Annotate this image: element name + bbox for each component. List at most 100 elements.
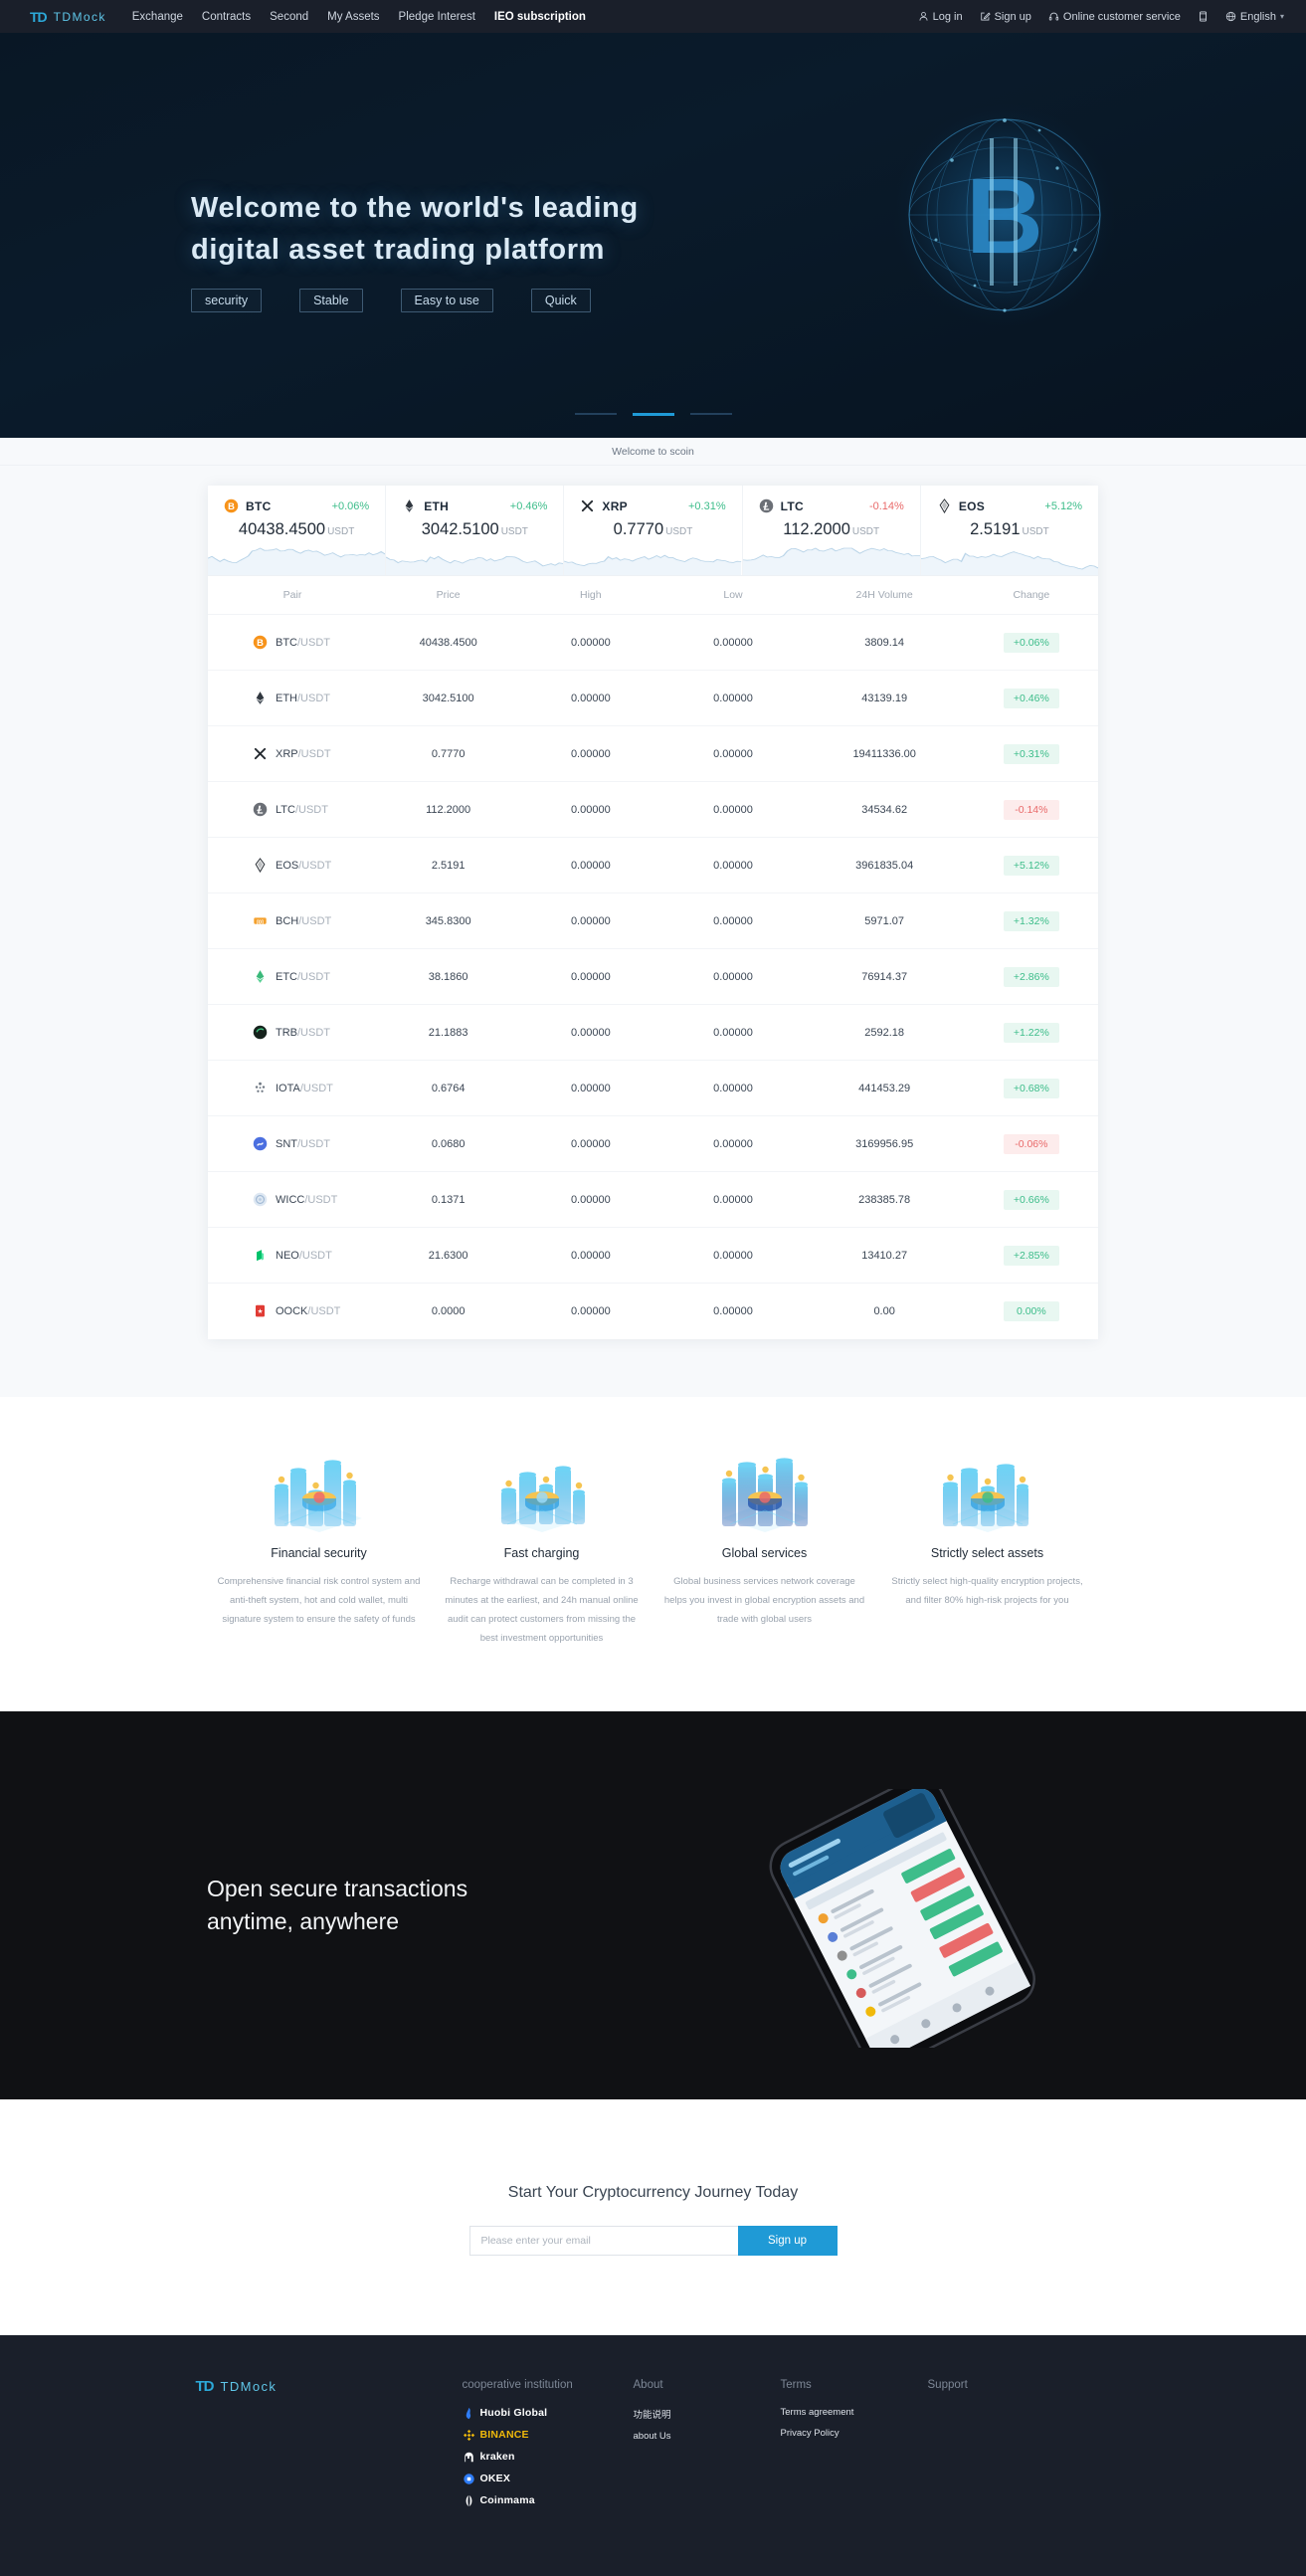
pair-base: WICC xyxy=(276,1193,305,1206)
pair-base: SNT xyxy=(276,1137,297,1150)
nav-item-contracts[interactable]: Contracts xyxy=(202,11,251,23)
table-row[interactable]: ★ OOCK/USDT 0.0000 0.00000 0.00000 0.00 0.00% xyxy=(208,1283,1098,1339)
cell-high: 0.00000 xyxy=(519,1171,662,1228)
ticker-unit: USDT xyxy=(851,526,880,537)
signup-button[interactable]: Sign up xyxy=(980,11,1031,23)
cell-price: 0.0680 xyxy=(377,1115,520,1172)
feature-card-financial-security: Financial security Comprehensive financia… xyxy=(208,1441,431,1648)
svg-text:B: B xyxy=(257,638,264,648)
table-row[interactable]: SNT/USDT 0.0680 0.00000 0.00000 3169956.95 -0… xyxy=(208,1115,1098,1172)
change-badge: +1.22% xyxy=(1003,1022,1059,1043)
cell-volume: 238385.78 xyxy=(804,1171,965,1228)
language-selector[interactable]: English ▾ xyxy=(1225,11,1284,23)
table-row[interactable]: LTC/USDT 112.2000 0.00000 0.00000 34534.62 -0… xyxy=(208,781,1098,838)
ticker-card-xrp[interactable]: XRP +0.31% 0.7770 USDT xyxy=(564,486,743,575)
nav-item-exchange[interactable]: Exchange xyxy=(132,11,183,23)
cell-low: 0.00000 xyxy=(661,837,805,893)
cell-price: 21.1883 xyxy=(377,1004,520,1061)
page-footer: TD TDMock cooperative institution Huobi … xyxy=(0,2334,1306,2576)
footer-logo-text: TDMock xyxy=(220,2378,278,2394)
partner-kraken[interactable]: kraken xyxy=(463,2451,634,2464)
table-row[interactable]: IOTA/USDT 0.6764 0.00000 0.00000 441453.29 +0… xyxy=(208,1060,1098,1116)
nav-item-pledge-interest[interactable]: Pledge Interest xyxy=(399,11,475,23)
table-row[interactable]: XRP/USDT 0.7770 0.00000 0.00000 19411336.00 +… xyxy=(208,725,1098,782)
table-row[interactable]: B BTC/USDT 40438.4500 0.00000 0.00000 3809.14… xyxy=(208,614,1098,671)
ticker-price: 2.5191 xyxy=(970,520,1021,538)
footer-about-link-1[interactable]: 功能说明 xyxy=(634,2407,781,2421)
ticker-card-ltc[interactable]: LTC -0.14% 112.2000 USDT xyxy=(742,486,921,575)
mobile-app-icon[interactable] xyxy=(1198,11,1209,22)
cell-low: 0.00000 xyxy=(661,892,805,949)
footer-column-terms: Terms Terms agreement Privacy Policy xyxy=(781,2379,928,2516)
table-row[interactable]: TRB/USDT 21.1883 0.00000 0.00000 2592.18 +1.2… xyxy=(208,1004,1098,1061)
nav-item-second[interactable]: Second xyxy=(270,11,308,23)
table-row[interactable]: WICC/USDT 0.1371 0.00000 0.00000 238385.78 +0… xyxy=(208,1171,1098,1228)
ticker-unit: USDT xyxy=(1022,526,1049,537)
ticker-price: 3042.5100 xyxy=(421,520,499,538)
cell-volume: 34534.62 xyxy=(804,781,965,838)
ltc-icon xyxy=(759,498,774,513)
footer-column-support: Support xyxy=(928,2379,1075,2516)
cell-high: 0.00000 xyxy=(519,1060,662,1116)
cell-volume: 43139.19 xyxy=(804,670,965,726)
cell-low: 0.00000 xyxy=(661,1004,805,1061)
cell-low: 0.00000 xyxy=(661,1283,805,1339)
ticker-sparkline xyxy=(386,545,564,575)
feature-description: Strictly select high-quality encryption … xyxy=(891,1575,1083,1606)
feature-title: Financial security xyxy=(271,1545,367,1560)
carousel-dot-3[interactable] xyxy=(689,413,732,415)
table-row[interactable]: ETC/USDT 38.1860 0.00000 0.00000 76914.37 +2.… xyxy=(208,948,1098,1005)
partner-binance[interactable]: BINANCE xyxy=(463,2429,634,2442)
footer-logo[interactable]: TD TDMock xyxy=(196,2379,463,2516)
table-row[interactable]: ETH/USDT 3042.5100 0.00000 0.00000 43139.19 +… xyxy=(208,670,1098,726)
footer-terms-link-2[interactable]: Privacy Policy xyxy=(781,2428,928,2439)
table-row[interactable]: NEO/USDT 21.6300 0.00000 0.00000 13410.27 +2.… xyxy=(208,1227,1098,1284)
partner-okex[interactable]: OKEX xyxy=(463,2473,634,2485)
pair-base: TRB xyxy=(276,1026,297,1039)
cell-price: 40438.4500 xyxy=(377,614,520,671)
pair-quote: /USDT xyxy=(298,914,332,927)
change-badge: -0.06% xyxy=(1003,1133,1059,1154)
email-input[interactable] xyxy=(468,2225,738,2256)
snt-icon xyxy=(253,1136,268,1151)
newsletter-form: Sign up xyxy=(0,2225,1306,2256)
table-row[interactable]: EOS/USDT 2.5191 0.00000 0.00000 3961835.04 +5… xyxy=(208,837,1098,893)
footer-column-partners: cooperative institution Huobi Global BINA… xyxy=(463,2379,634,2516)
newsletter-signup-button[interactable]: Sign up xyxy=(737,2225,838,2256)
feature-title: Strictly select assets xyxy=(930,1545,1044,1560)
welcome-strip-text: Welcome to scoin xyxy=(612,445,694,458)
footer-terms-link-1[interactable]: Terms agreement xyxy=(781,2407,928,2418)
headset-icon xyxy=(1048,11,1059,22)
customer-service-button[interactable]: Online customer service xyxy=(1048,11,1181,23)
cell-volume: 2592.18 xyxy=(804,1004,965,1061)
footer-about-link-2[interactable]: about Us xyxy=(634,2431,781,2442)
logo[interactable]: TD TDMock xyxy=(30,10,106,24)
cell-volume: 3961835.04 xyxy=(804,837,965,893)
login-button[interactable]: Log in xyxy=(918,11,963,23)
app-heading-line1: Open secure transactions xyxy=(207,1875,468,1901)
column-header-change: Change xyxy=(1013,589,1050,601)
pair-quote: /USDT xyxy=(297,1137,330,1150)
hero-banner: Welcome to the world's leading digital a… xyxy=(0,33,1306,438)
ticker-card-eth[interactable]: ETH +0.46% 3042.5100 USDT xyxy=(386,486,565,575)
welcome-strip: Welcome to scoin xyxy=(0,438,1306,466)
market-panel: B BTC +0.06% 40438.4500 USDT ETH +0.46% 3042.51… xyxy=(208,486,1099,1339)
app-heading-line2: anytime, anywhere xyxy=(207,1907,400,1934)
hero-carousel-indicators[interactable] xyxy=(0,413,1306,416)
partner-huobi-global[interactable]: Huobi Global xyxy=(463,2407,634,2420)
table-row[interactable]: [0] BCH/USDT 345.8300 0.00000 0.00000 5971.07… xyxy=(208,892,1098,949)
mobile-app-section: Open secure transactions anytime, anywhe… xyxy=(0,1710,1306,2099)
ticker-card-eos[interactable]: EOS +5.12% 2.5191 USDT xyxy=(920,486,1099,575)
btc-icon: B xyxy=(224,498,239,513)
binance-icon xyxy=(463,2429,475,2442)
nav-item-ieo-subscription[interactable]: IEO subscription xyxy=(494,11,586,23)
pair-quote: /USDT xyxy=(297,747,331,760)
column-header-pair: Pair xyxy=(282,589,302,601)
partner-coinmama[interactable]: Coinmama xyxy=(463,2494,634,2507)
carousel-dot-2[interactable] xyxy=(632,413,674,416)
ticker-card-btc[interactable]: B BTC +0.06% 40438.4500 USDT xyxy=(208,486,387,575)
hero-tag-security: security xyxy=(191,289,263,313)
carousel-dot-1[interactable] xyxy=(574,413,617,415)
xrp-icon xyxy=(580,498,595,513)
nav-item-my-assets[interactable]: My Assets xyxy=(327,11,379,23)
